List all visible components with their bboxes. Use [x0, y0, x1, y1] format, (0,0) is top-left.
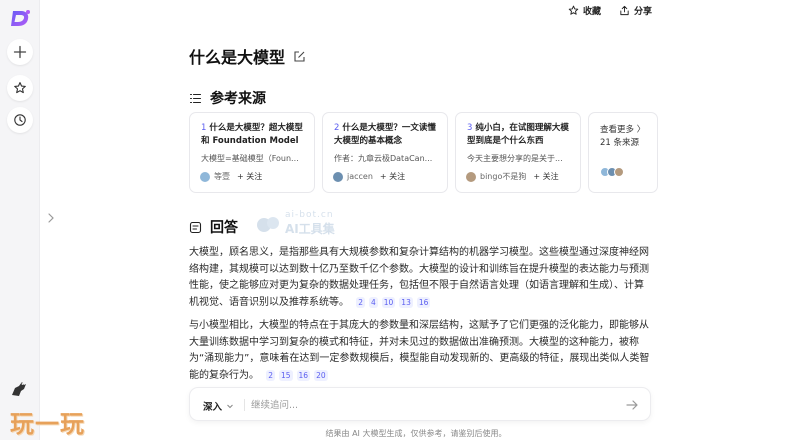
follow-button[interactable]: + 关注: [533, 171, 558, 182]
source-desc: 今天主要想分享的是关于...: [467, 154, 563, 163]
follow-button[interactable]: + 关注: [380, 171, 405, 182]
app-logo[interactable]: [10, 9, 31, 28]
citation[interactable]: 10: [381, 296, 396, 308]
edit-icon[interactable]: [293, 50, 306, 63]
source-title: 什么是大模型？超大模型和 Foundation Model ...: [201, 123, 303, 146]
mascot-icon[interactable]: [9, 379, 29, 399]
share-icon: [620, 5, 629, 16]
send-arrow-icon[interactable]: [625, 398, 639, 412]
followup-bar: 深入: [189, 387, 651, 421]
favorites-button[interactable]: [7, 75, 33, 101]
citation-group: 2 4 10 13 16: [356, 296, 431, 308]
answer-icon: [189, 221, 202, 233]
watermark-name: AI工具集: [285, 222, 335, 236]
watermark-domain: ai-bot.cn: [285, 210, 334, 220]
citation-group: 2 15 16 20: [266, 369, 328, 381]
source-card[interactable]: 2 什么是大模型？一文读懂大模型的基本概念 作者：九章云极DataCan... …: [322, 112, 448, 193]
watermark: ai-bot.cn AI工具集: [255, 210, 335, 237]
overlay-watermark: 玩一玩: [10, 410, 85, 438]
citation[interactable]: 15: [278, 369, 293, 381]
watermark-logo-icon: [257, 216, 279, 232]
source-title: 什么是大模型？一文读懂大模型的基本概念: [334, 123, 436, 146]
source-count: 21 条来源: [600, 138, 640, 148]
share-button[interactable]: 分享: [619, 4, 652, 17]
star-icon: [14, 82, 26, 94]
author-name: bingo不是狗: [480, 172, 527, 181]
source-desc: 大模型=基础模型（Foun...: [201, 154, 299, 163]
answer-header: 回答: [189, 217, 238, 237]
top-toolbar: 收藏 分享: [568, 4, 652, 17]
source-number: 2: [334, 123, 340, 133]
plus-icon: [13, 45, 27, 59]
sidebar: [0, 0, 40, 440]
mode-label: 深入: [203, 402, 223, 413]
mode-selector[interactable]: 深入: [203, 399, 234, 413]
citation[interactable]: 16: [296, 369, 311, 381]
sources-header: 参考来源: [189, 88, 266, 108]
view-more-sources[interactable]: 查看更多 〉 21 条来源: [588, 112, 658, 193]
citation[interactable]: 2: [356, 296, 365, 308]
sources-list: 1 什么是大模型？超大模型和 Foundation Model ... 大模型=…: [189, 112, 658, 193]
expand-sidebar-icon[interactable]: [46, 211, 56, 225]
source-author: 等壹 + 关注: [200, 171, 262, 182]
new-chat-button[interactable]: [7, 39, 33, 65]
followup-input[interactable]: [251, 395, 581, 415]
history-icon: [14, 114, 26, 126]
citation[interactable]: 4: [368, 296, 378, 308]
follow-button[interactable]: + 关注: [237, 171, 262, 182]
source-desc: 作者：九章云极DataCan...: [334, 154, 433, 163]
source-author: jaccen + 关注: [333, 171, 405, 182]
source-number: 1: [201, 123, 207, 133]
source-number: 3: [467, 123, 473, 133]
disclaimer: 结果由 AI 大模型生成，仅供参考，请鉴别后使用。: [325, 429, 507, 438]
page-header: 什么是大模型: [189, 44, 306, 68]
answer-paragraph: 大模型，顾名思义，是指那些具有大规模参数和复杂计算结构的机器学习模型。这些模型通…: [189, 245, 652, 311]
avatar: [200, 171, 210, 182]
share-label: 分享: [633, 7, 652, 17]
avatar: [614, 167, 624, 177]
author-name: 等壹: [214, 172, 230, 181]
source-author: bingo不是狗 + 关注: [466, 171, 559, 182]
source-title: 纯小白，在试图理解大模型到底是个什么东西: [467, 123, 569, 146]
divider: [244, 399, 245, 411]
chevron-down-icon: [227, 404, 233, 409]
sources-title: 参考来源: [210, 91, 266, 107]
avatar: [333, 171, 343, 182]
answer-title: 回答: [210, 220, 238, 236]
citation[interactable]: 20: [314, 369, 328, 381]
citation[interactable]: 16: [416, 296, 431, 308]
source-card[interactable]: 3 纯小白，在试图理解大模型到底是个什么东西 今天主要想分享的是关于... bi…: [455, 112, 581, 193]
citation[interactable]: 2: [266, 369, 275, 381]
star-icon: [568, 5, 579, 15]
source-avatars: [600, 167, 624, 177]
source-card[interactable]: 1 什么是大模型？超大模型和 Foundation Model ... 大模型=…: [189, 112, 315, 193]
author-name: jaccen: [347, 172, 373, 181]
citation[interactable]: 13: [399, 296, 413, 308]
list-icon: [189, 93, 202, 103]
answer-paragraph: 与小模型相比，大模型的特点在于其庞大的参数量和深层结构，这赋予了它们更强的泛化能…: [189, 318, 652, 384]
collect-button[interactable]: 收藏: [568, 4, 601, 17]
answer-text: 与小模型相比，大模型的特点在于其庞大的参数量和深层结构，这赋予了它们更强的泛化能…: [189, 320, 650, 381]
view-more-label: 查看更多 〉: [600, 125, 646, 135]
page-title: 什么是大模型: [189, 48, 286, 67]
collect-label: 收藏: [582, 7, 601, 17]
avatar: [466, 171, 476, 182]
history-button[interactable]: [7, 107, 33, 133]
